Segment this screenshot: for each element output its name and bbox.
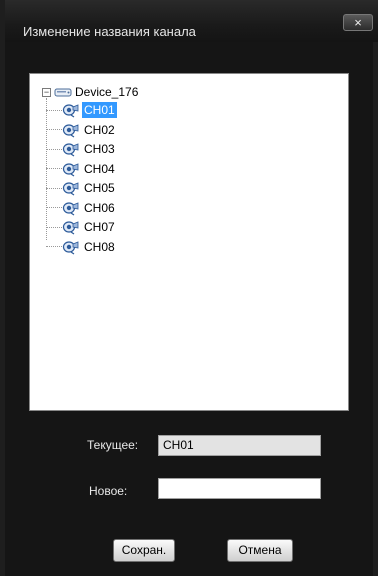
tree-branch-line [46,226,62,228]
close-icon: × [354,15,362,30]
tree-branch-line [46,187,62,189]
tree-node-device[interactable]: − Device_176 [42,84,138,100]
camera-icon [62,122,80,138]
tree-branch-line [46,246,62,247]
tree-branch-line [46,129,62,130]
camera-icon [62,180,80,196]
channel-label: CH03 [84,142,115,156]
camera-icon [62,102,80,118]
title-bar: Изменение названия канала × [5,0,378,42]
tree-item-channel[interactable]: CH04 [46,160,117,178]
current-name-field: CH01 [158,435,321,456]
tree-item-channel[interactable]: CH08 [46,238,117,256]
tree-branch-line [46,168,62,169]
tree-branch-line [46,207,62,208]
camera-icon [62,239,80,255]
new-name-input[interactable] [158,478,321,499]
new-name-label: Новое: [89,484,128,498]
channel-label: CH04 [84,161,115,176]
device-label: Device_176 [75,85,139,99]
camera-icon [62,161,80,177]
camera-icon [62,219,80,235]
channel-label: CH01 [82,102,117,118]
tree-branch-line [46,148,62,150]
tree-item-channel[interactable]: CH02 [46,121,117,139]
camera-icon [62,200,80,216]
rename-channel-dialog: Изменение названия канала × − Device_176… [0,0,378,576]
channel-label: CH07 [84,220,115,234]
channel-label: CH05 [84,181,115,195]
channel-label: CH06 [84,200,115,215]
channel-tree[interactable]: − Device_176 CH01 CH02 CH03 CH04 CH05 CH06 CH0… [29,73,349,411]
tree-item-channel[interactable]: CH03 [46,140,117,158]
tree-branch-line [46,109,62,111]
camera-icon [62,141,80,157]
channel-label: CH08 [84,239,115,254]
tree-item-channel[interactable]: CH06 [46,199,117,217]
tree-item-channel[interactable]: CH07 [46,218,117,236]
current-name-label: Текущее: [87,438,139,452]
tree-item-channel[interactable]: CH05 [46,179,117,197]
cancel-button[interactable]: Отмена [227,539,293,562]
dialog-title: Изменение названия канала [23,24,196,39]
close-button[interactable]: × [343,14,373,31]
device-icon [54,88,72,96]
collapse-icon[interactable]: − [42,87,51,97]
channel-label: CH02 [84,122,115,137]
save-button[interactable]: Сохран. [113,539,175,562]
tree-item-channel[interactable]: CH01 [46,101,117,119]
